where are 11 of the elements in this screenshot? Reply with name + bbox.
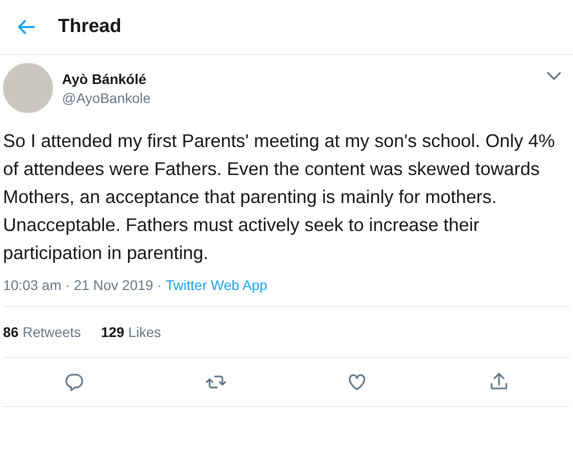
stat-link[interactable]: 129 Likes [100,324,161,340]
tweet-text: So I attended my first Parents' meeting at my son's school. Only 4% of attendees were Fathers. Even the content was skewed towards Mothers, an acceptance that parenting is mainly for mothers. Unacceptable. Fathers must actively seek to increase their participation in parenting. [3,129,556,265]
tweet-timestamp: 10:03 am · 21 Nov 2019 · [3,277,163,293]
page-title: Thread [58,16,122,38]
user-handle[interactable]: @AyoBankole [62,90,537,106]
user-name[interactable]: Ayò Bánkólé [62,70,537,86]
reply-icon [62,371,85,393]
chevron-down-icon [546,71,562,81]
reply-button[interactable] [62,371,85,393]
stat-link[interactable]: 86 Retweets [3,324,81,340]
back-arrow-icon [16,19,36,35]
